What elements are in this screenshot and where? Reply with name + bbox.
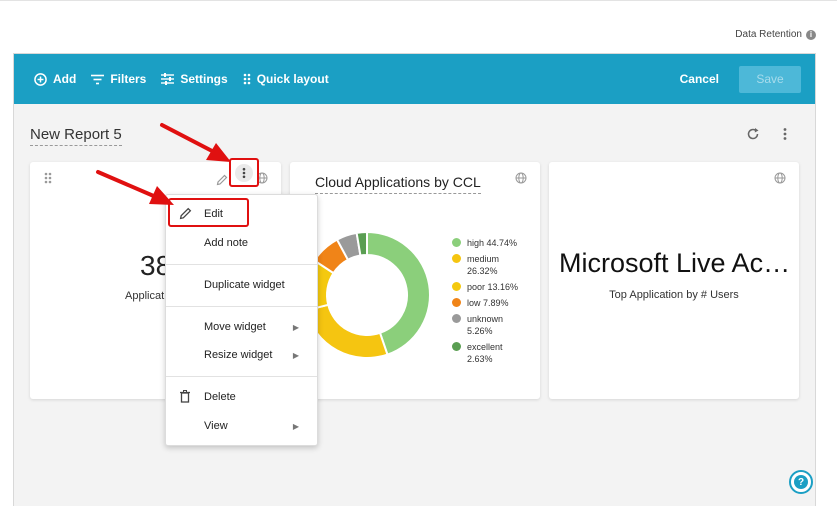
widget-menu-button[interactable] [229, 158, 259, 187]
info-icon[interactable]: i [806, 29, 816, 40]
quick-layout-label: Quick layout [256, 72, 329, 86]
menu-item-label: Move widget [204, 321, 266, 333]
data-retention-label: Data Retention [735, 29, 802, 40]
menu-item-label: Resize widget [204, 349, 273, 361]
chart-title: Cloud Applications by CCL [315, 174, 481, 194]
report-title[interactable]: New Report 5 [30, 126, 122, 146]
drag-grid-icon [243, 73, 251, 85]
legend-swatch [452, 254, 461, 263]
menu-divider [166, 264, 317, 265]
legend-label: medium 26.32% [467, 254, 500, 276]
quick-layout-button[interactable]: Quick layout [243, 72, 329, 86]
metric-label: Applicat [125, 290, 165, 302]
legend-swatch [452, 238, 461, 247]
menu-item-label: Add note [204, 237, 249, 249]
ccl-chart-widget[interactable]: Cloud Applications by CCL high 44.74% med… [290, 162, 540, 399]
menu-divider [166, 306, 317, 307]
menu-item-duplicate-widget[interactable]: Duplicate widget [166, 274, 317, 296]
report-toolbar: Add Filters Settings Quick layout Cancel… [14, 54, 815, 104]
settings-label: Settings [180, 72, 228, 86]
help-glyph: ? [794, 475, 808, 489]
legend-swatch [452, 342, 461, 351]
top-divider [0, 0, 837, 1]
cancel-button[interactable]: Cancel [680, 72, 719, 86]
legend-item-poor[interactable]: poor 13.16% [452, 281, 518, 293]
trash-icon [179, 390, 191, 406]
top-application-subtitle: Top Application by # Users [609, 289, 739, 301]
legend-swatch [452, 282, 461, 291]
menu-item-resize-widget[interactable]: Resize widget ▶ [166, 344, 317, 366]
kebab-icon[interactable] [781, 127, 789, 146]
legend-label: high 44.74% [467, 238, 518, 248]
filters-label: Filters [110, 72, 147, 86]
menu-item-view[interactable]: View ▶ [166, 415, 317, 437]
legend-label: unknown 5.26% [467, 314, 504, 336]
drag-handle-icon[interactable] [44, 171, 52, 189]
save-button[interactable]: Save [739, 65, 801, 93]
menu-item-move-widget[interactable]: Move widget ▶ [166, 316, 317, 338]
data-retention-link[interactable]: Data Retention i [735, 29, 816, 40]
submenu-arrow-icon: ▶ [292, 322, 299, 332]
widget-context-menu: Edit Add note Duplicate widget Move widg… [165, 194, 318, 446]
help-icon[interactable]: ? [789, 470, 813, 494]
legend-item-high[interactable]: high 44.74% [452, 237, 518, 249]
settings-button[interactable]: Settings [161, 72, 228, 86]
menu-item-label: Delete [204, 391, 236, 403]
globe-icon[interactable] [515, 171, 527, 189]
menu-divider [166, 376, 317, 377]
top-application-widget[interactable]: Microsoft Live Ac… Top Application by # … [549, 162, 799, 399]
legend-swatch [452, 298, 461, 307]
globe-icon[interactable] [774, 171, 786, 189]
filters-button[interactable]: Filters [91, 72, 146, 86]
legend-label: poor 13.16% [467, 282, 519, 292]
legend-item-unknown[interactable]: unknown 5.26% [452, 313, 518, 337]
filter-lines-icon [91, 74, 105, 85]
donut-slice-medium[interactable] [304, 303, 389, 359]
kebab-icon [235, 163, 253, 182]
menu-item-label: Duplicate widget [204, 279, 285, 291]
refresh-icon[interactable] [746, 127, 760, 146]
menu-item-add-note[interactable]: Add note [166, 232, 317, 254]
legend-label: low 7.89% [467, 298, 509, 308]
menu-item-delete[interactable]: Delete [166, 386, 317, 408]
pencil-icon[interactable] [216, 173, 228, 191]
submenu-arrow-icon: ▶ [292, 421, 299, 431]
legend-item-excellent[interactable]: excellent 2.63% [452, 341, 518, 365]
legend-item-low[interactable]: low 7.89% [452, 297, 518, 309]
menu-item-label: View [204, 420, 228, 432]
chart-legend: high 44.74% medium 26.32% poor 13.16% low 7.… [452, 237, 518, 369]
submenu-arrow-icon: ▶ [292, 350, 299, 360]
edit-highlight-box [168, 198, 249, 227]
legend-swatch [452, 314, 461, 323]
top-application-name: Microsoft Live Ac… [559, 248, 791, 278]
plus-circle-icon [34, 72, 47, 86]
legend-label: excellent 2.63% [467, 342, 503, 364]
sliders-icon [161, 73, 175, 85]
add-label: Add [53, 72, 77, 86]
add-button[interactable]: Add [34, 72, 76, 86]
legend-item-medium[interactable]: medium 26.32% [452, 253, 518, 277]
